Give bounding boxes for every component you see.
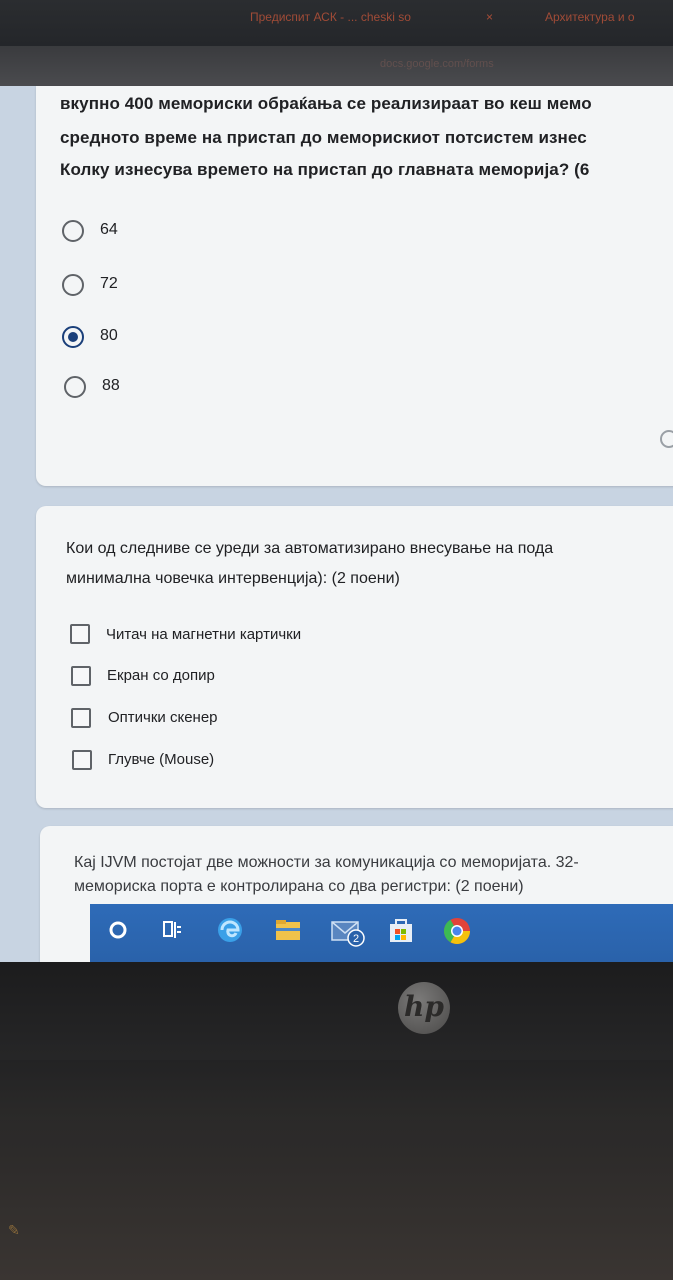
search-circle-icon[interactable] [108,920,128,940]
address-bar[interactable]: docs.google.com/forms [0,46,673,86]
question-2-line-2: минимална човечка интервенција): (2 поен… [66,570,400,587]
radio-option-80-selected[interactable] [62,326,84,348]
laptop-bezel [0,962,673,1280]
checkbox-touch-screen[interactable] [71,666,91,686]
laptop-hinge [0,1060,673,1120]
option-label: Читач на магнетни картички [106,626,302,643]
radio-option-88[interactable] [64,376,86,398]
chrome-icon[interactable] [442,916,472,946]
question-3-line-2: мемориска порта е контролирана со два ре… [74,878,524,895]
checkbox-optical-scanner[interactable] [71,708,91,728]
option-label: Оптички скенер [108,709,218,726]
question-1-line-2: средното време на пристап до меморискиот… [60,128,587,147]
radio-option-64[interactable] [62,220,84,242]
browser-tab-strip: Предиспит АСК - ... cheski so × Архитект… [0,0,673,46]
question-1-line-1: вкупно 400 мемориски обраќања се реализи… [60,94,592,113]
question-card-2: Кои од следниве се уреди за автоматизира… [36,506,673,808]
checkbox-mouse[interactable] [72,750,92,770]
mail-icon[interactable]: 2 [330,916,366,948]
option-label: 80 [100,327,118,344]
option-label: Екран со допир [107,667,215,684]
checkbox-magnetic-card-reader[interactable] [70,624,90,644]
windows-taskbar: 2 [90,904,673,962]
store-icon[interactable] [388,916,414,944]
photo-of-laptop-screen: Предиспит АСК - ... cheski so × Архитект… [0,0,673,1280]
form-page: вкупно 400 мемориски обраќања се реализи… [0,86,673,986]
browser-tab-1[interactable]: Предиспит АСК - ... cheski so [250,10,411,24]
url-text: docs.google.com/forms [380,58,494,70]
browser-tab-2[interactable]: Архитектура и о [545,10,635,24]
option-label: 88 [102,377,120,394]
edge-icon[interactable] [216,916,244,944]
option-label: 72 [100,275,118,292]
mail-badge-count: 2 [353,933,359,945]
option-label: Глувче (Mouse) [108,751,215,768]
task-view-icon[interactable] [162,920,182,940]
file-explorer-icon[interactable] [274,918,302,942]
hp-logo: hp [398,982,450,1034]
radio-option-72[interactable] [62,274,84,296]
question-3-line-1: Кај IJVM постојат две можности за комуни… [74,854,579,871]
sticker-icon: ✎ [8,1222,20,1238]
option-label: 64 [100,221,118,238]
clear-selection-icon[interactable] [660,430,673,448]
question-1-line-3: Колку изнесува времето на пристап до гла… [60,160,590,179]
question-card-1: вкупно 400 мемориски обраќања се реализи… [36,86,673,486]
question-2-line-1: Кои од следниве се уреди за автоматизира… [66,540,554,557]
close-icon[interactable]: × [486,10,493,24]
